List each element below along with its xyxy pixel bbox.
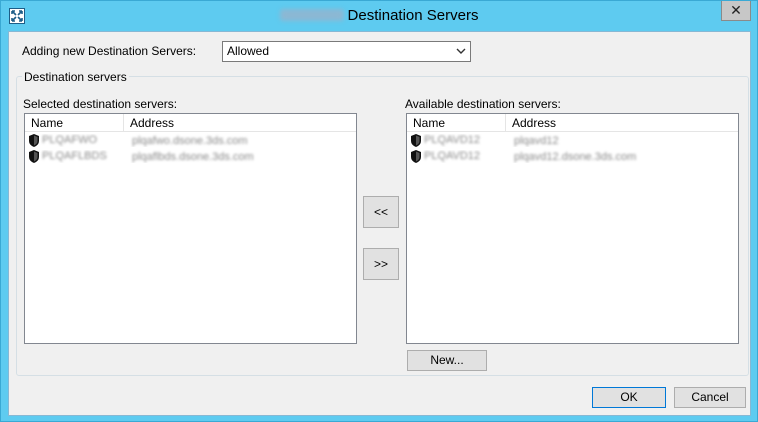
selected-servers-label: Selected destination servers: (23, 97, 178, 111)
server-name-cell: PLQAFLBDS (25, 149, 124, 163)
dialog-client-area: Adding new Destination Servers: Allowed … (8, 31, 751, 416)
server-address-cell: plqavd12 (506, 133, 738, 147)
adding-combobox[interactable]: Allowed (222, 41, 471, 62)
server-address: plqavd12 (514, 135, 559, 147)
column-header-address[interactable]: Address (506, 114, 738, 131)
move-to-selected-button[interactable]: << (363, 196, 399, 228)
ok-button[interactable]: OK (592, 387, 666, 408)
server-address-cell: plqavd12.dsone.3ds.com (506, 149, 738, 163)
shield-icon (411, 133, 421, 147)
destination-servers-group-label: Destination servers (22, 70, 129, 84)
server-address: plqaflbds.dsone.3ds.com (132, 151, 254, 163)
server-name: PLQAFWO (42, 134, 98, 146)
redacted-title-prefix (279, 9, 344, 21)
available-servers-list[interactable]: Name Address PLQAVD12 plqavd12 PLQAVD12 (406, 113, 739, 344)
move-to-available-button[interactable]: >> (363, 248, 399, 280)
list-item[interactable]: PLQAVD12 plqavd12 (407, 132, 738, 148)
new-server-button[interactable]: New... (407, 350, 487, 371)
server-address: plqavd12.dsone.3ds.com (514, 151, 637, 163)
server-address-cell: plqaflbds.dsone.3ds.com (124, 149, 356, 163)
selected-servers-list[interactable]: Name Address PLQAFWO plqafwo.dsone.3ds.c… (24, 113, 357, 344)
list-item[interactable]: PLQAVD12 plqavd12.dsone.3ds.com (407, 148, 738, 164)
column-header-name[interactable]: Name (407, 114, 506, 131)
title-bar[interactable]: Destination Servers ✕ (1, 1, 757, 31)
server-address: plqafwo.dsone.3ds.com (132, 135, 248, 147)
server-name: PLQAVD12 (424, 150, 481, 162)
list-header: Name Address (25, 114, 356, 132)
adding-combobox-value: Allowed (227, 44, 270, 58)
dialog-window: Destination Servers ✕ Adding new Destina… (0, 0, 758, 422)
server-name-cell: PLQAFWO (25, 133, 124, 147)
server-name-cell: PLQAVD12 (407, 149, 506, 163)
column-header-name[interactable]: Name (25, 114, 124, 131)
list-header: Name Address (407, 114, 738, 132)
list-item[interactable]: PLQAFLBDS plqaflbds.dsone.3ds.com (25, 148, 356, 164)
column-header-address[interactable]: Address (124, 114, 356, 131)
server-name: PLQAFLBDS (42, 150, 107, 162)
close-button[interactable]: ✕ (721, 1, 751, 21)
list-item[interactable]: PLQAFWO plqafwo.dsone.3ds.com (25, 132, 356, 148)
chevron-down-icon (456, 48, 466, 54)
server-name: PLQAVD12 (424, 134, 481, 146)
server-name-cell: PLQAVD12 (407, 133, 506, 147)
shield-icon (411, 149, 421, 163)
adding-label: Adding new Destination Servers: (22, 44, 197, 58)
shield-icon (29, 149, 39, 163)
window-title-wrap: Destination Servers (1, 7, 757, 24)
window-title: Destination Servers (347, 7, 479, 24)
cancel-button[interactable]: Cancel (674, 387, 746, 408)
close-icon: ✕ (730, 2, 742, 18)
server-address-cell: plqafwo.dsone.3ds.com (124, 133, 356, 147)
available-servers-label: Available destination servers: (405, 97, 561, 111)
shield-icon (29, 133, 39, 147)
